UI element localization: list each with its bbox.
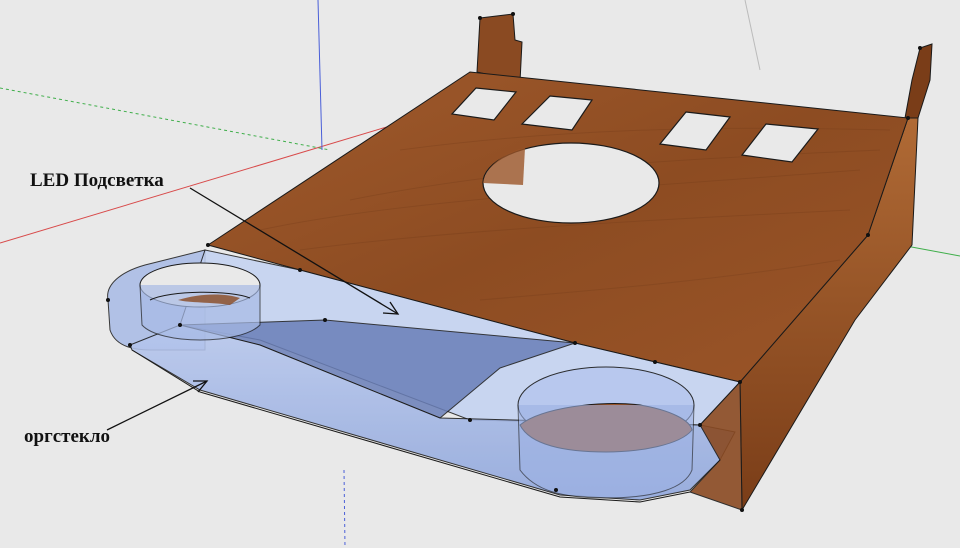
led-label: LED Подсветка xyxy=(30,170,164,191)
right-cylinder-wall xyxy=(517,404,695,499)
acrylic-label: оргстекло xyxy=(24,426,111,447)
axis-blue xyxy=(317,0,323,151)
model-viewport[interactable] xyxy=(0,0,960,548)
axis-green xyxy=(0,87,331,151)
axis-blue-down xyxy=(343,469,346,548)
back-tab-right xyxy=(904,43,933,119)
axis-gray xyxy=(744,0,761,71)
left-cylinder-wall xyxy=(139,284,261,341)
back-tab-left xyxy=(476,13,523,83)
acrylic-arrow xyxy=(106,380,208,431)
